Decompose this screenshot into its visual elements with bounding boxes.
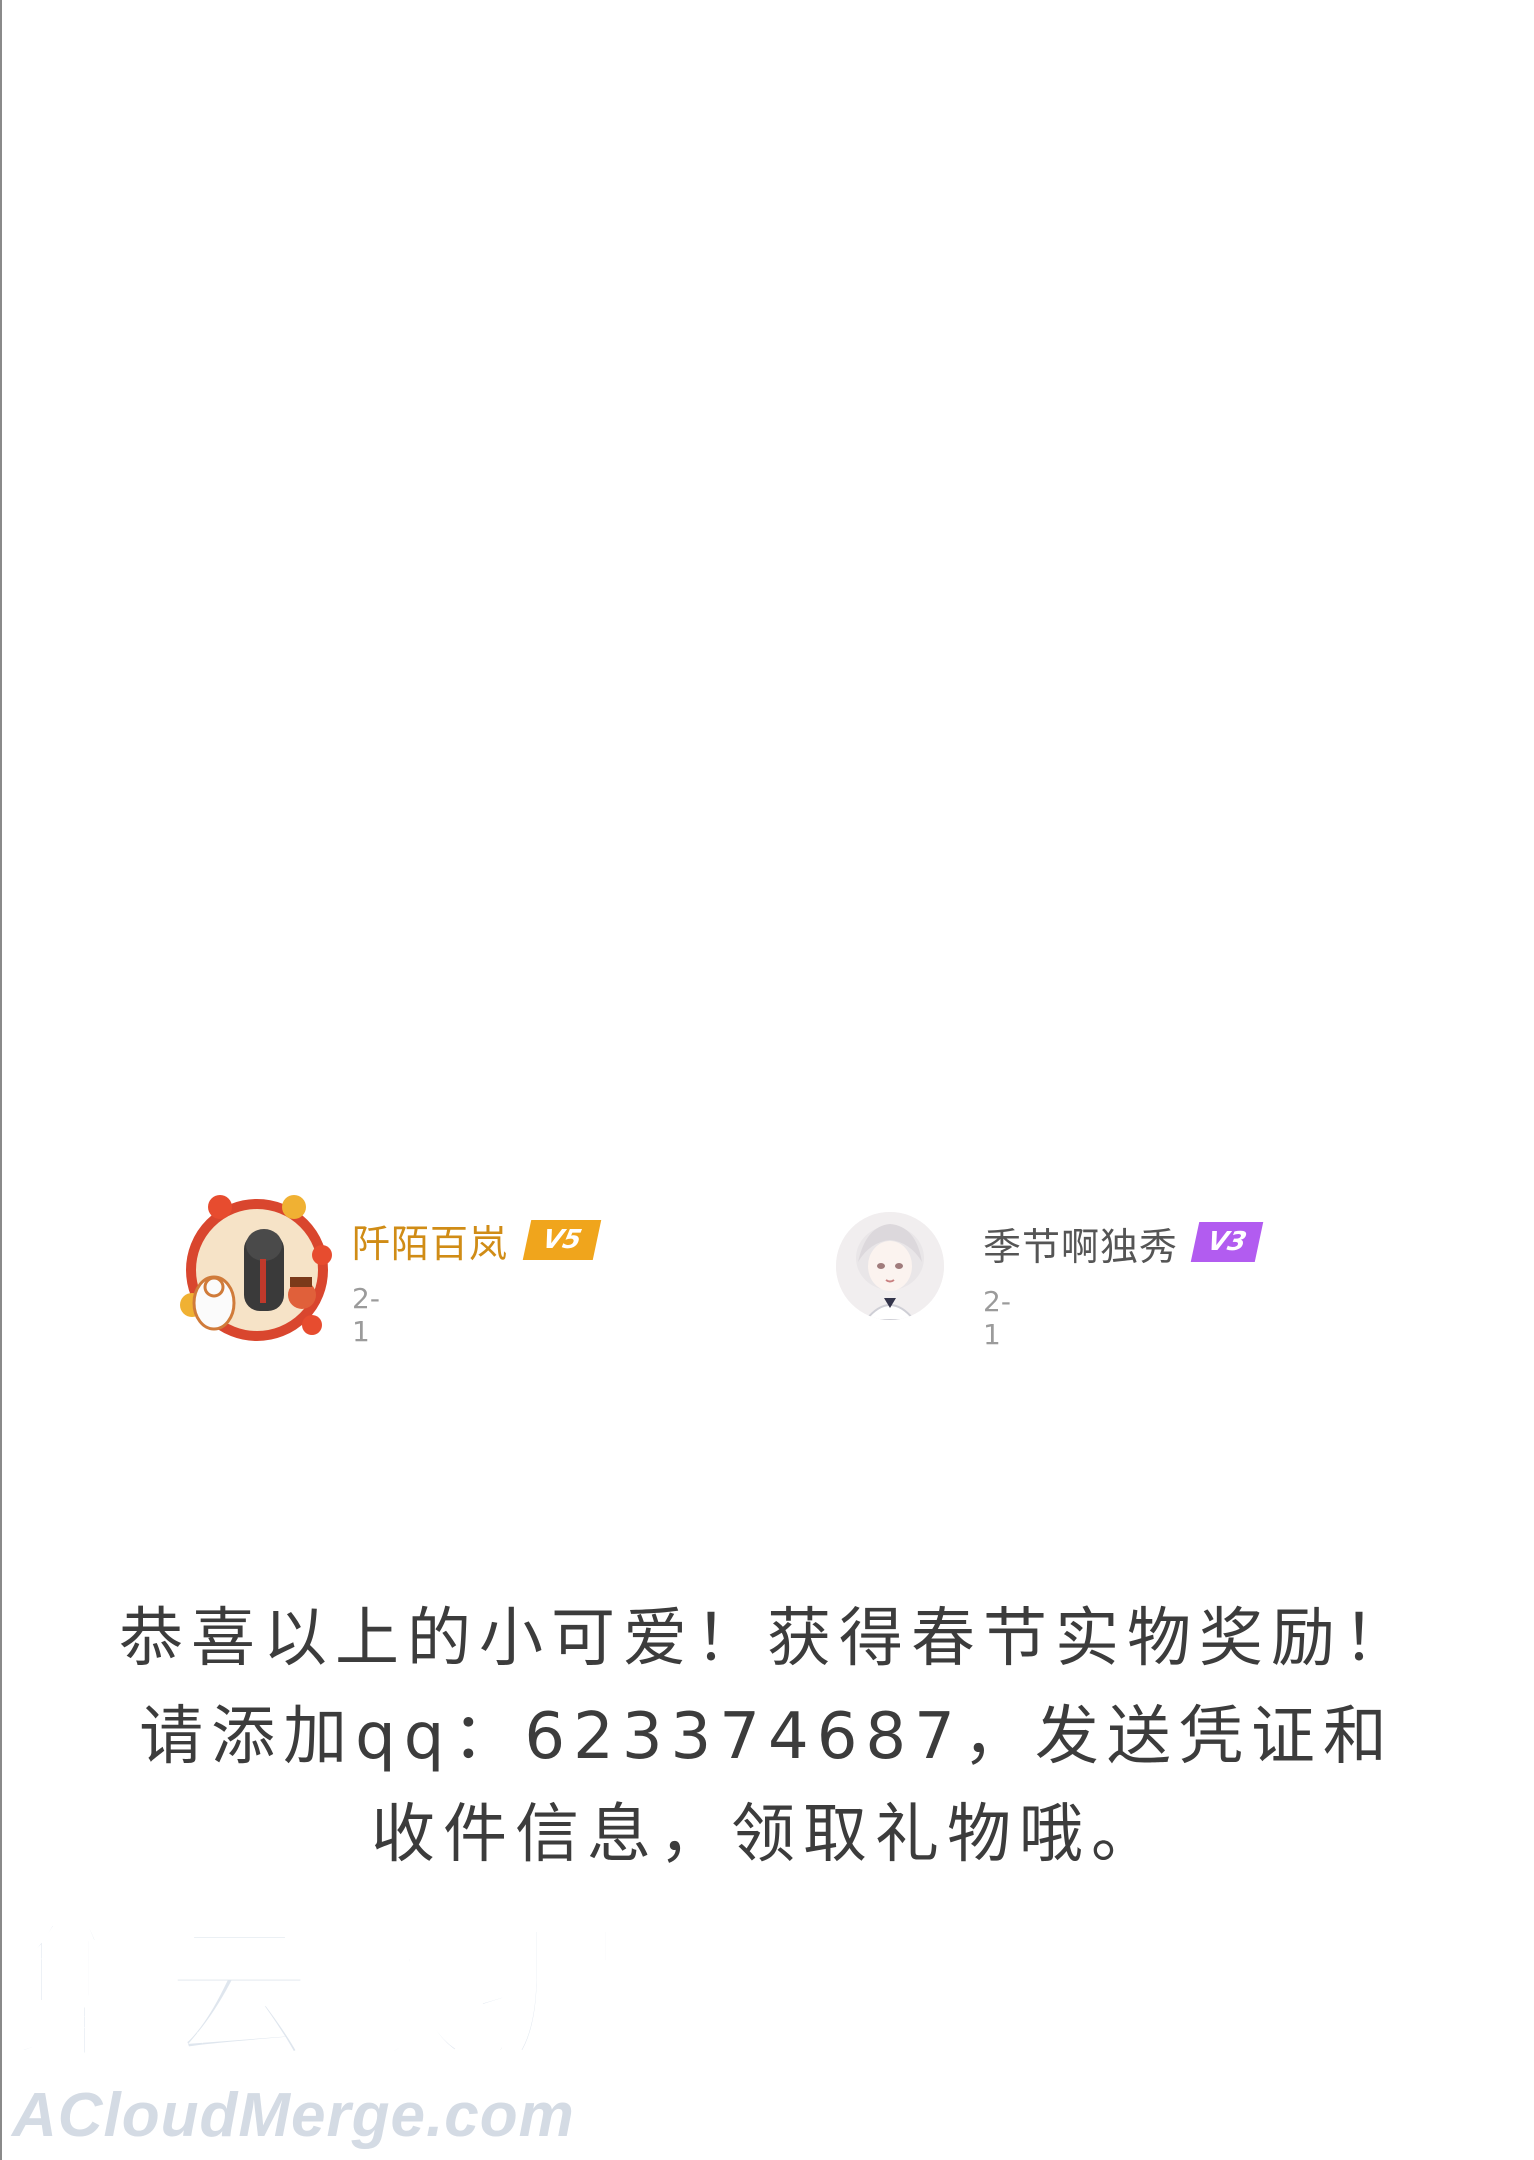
winner-name[interactable]: 阡陌百岚	[352, 1213, 508, 1268]
announcement-line-3: 收件信息，领取礼物哦。	[371, 1798, 1163, 1872]
post-date: 2-1	[983, 1285, 1011, 1351]
vip-level-badge: V3	[1190, 1222, 1264, 1262]
anime-girl-avatar-icon[interactable]	[836, 1212, 944, 1320]
winner-name[interactable]: 季节啊独秀	[983, 1216, 1178, 1271]
announcement-line-2: 请添加qq：623374687，发送凭证和	[139, 1700, 1395, 1774]
post-date: 2-1	[352, 1282, 380, 1348]
new-year-avatar-icon[interactable]	[172, 1185, 342, 1355]
watermark-logo: 集云数据	[7, 1908, 627, 2082]
announcement-line-1: 恭喜以上的小可爱！获得春节实物奖励！	[119, 1602, 1415, 1676]
prize-announcement: 恭喜以上的小可爱！获得春节实物奖励！ 请添加qq：623374687，发送凭证和…	[0, 1590, 1534, 1884]
watermark-url: ACloudMerge.com	[12, 2081, 575, 2150]
vip-level-badge: V5	[522, 1220, 602, 1260]
